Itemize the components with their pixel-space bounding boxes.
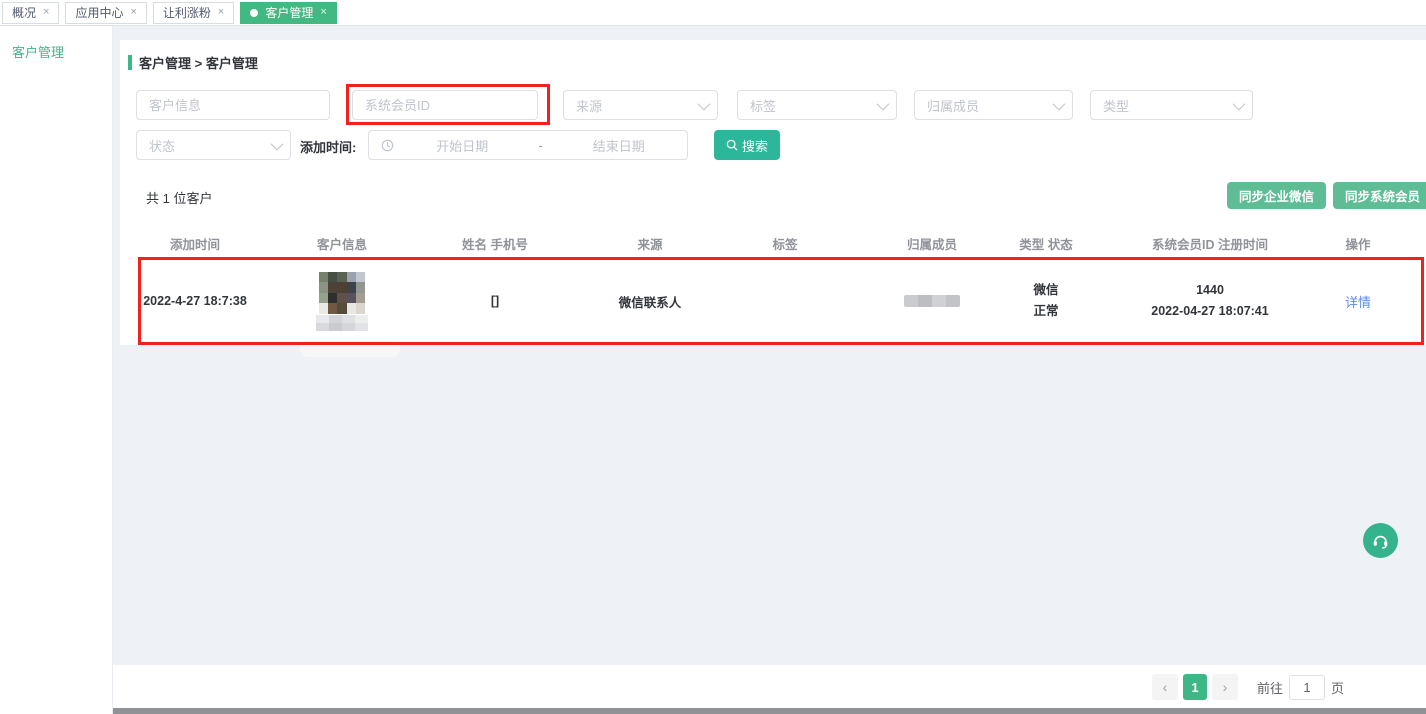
close-icon[interactable]: × xyxy=(320,7,326,18)
tab-label: 概况 xyxy=(12,4,36,21)
header-name-phone: 姓名 手机号 xyxy=(414,232,576,254)
tab-overview[interactable]: 概况 × xyxy=(2,2,59,24)
sidebar-item-customer-management[interactable]: 客户管理 xyxy=(0,26,112,77)
source-select-placeholder: 来源 xyxy=(576,96,602,115)
customer-count-text: 共 1 位客户 xyxy=(146,188,212,207)
date-range-picker[interactable]: 开始日期 - 结束日期 xyxy=(368,130,688,160)
sync-system-member-button[interactable]: 同步系统会员 xyxy=(1333,182,1426,209)
chevron-down-icon xyxy=(698,97,711,110)
customer-management-screen: 概况 × 应用中心 × 让利涨粉 × 客户管理 × 客户管理 客户管理 > 客户… xyxy=(0,0,1426,714)
cell-owner-member xyxy=(846,258,1018,344)
start-date-placeholder[interactable]: 开始日期 xyxy=(394,136,531,155)
cell-customer-info xyxy=(270,258,414,344)
header-source: 来源 xyxy=(576,232,724,254)
breadcrumb: 客户管理 > 客户管理 xyxy=(128,53,258,72)
table-row: 2022-4-27 18:7:38 [] 微信联系人 微信 正常 1440 20… xyxy=(120,258,1426,344)
search-button-label: 搜索 xyxy=(742,136,768,155)
tab-label: 应用中心 xyxy=(75,4,123,21)
status-select[interactable]: 状态 xyxy=(136,130,291,160)
goto-page-input[interactable] xyxy=(1289,675,1325,700)
cell-source: 微信联系人 xyxy=(576,258,724,344)
current-page-button[interactable]: 1 xyxy=(1183,674,1207,700)
customer-info-input[interactable] xyxy=(136,90,330,120)
tab-profit-fans[interactable]: 让利涨粉 × xyxy=(153,2,234,24)
cell-name-phone: [] xyxy=(414,258,576,344)
goto-label: 前往 xyxy=(1257,678,1283,697)
redacted-customer-name xyxy=(316,315,368,331)
date-separator: - xyxy=(531,138,551,153)
tag-select[interactable]: 标签 xyxy=(737,90,897,120)
horizontal-scrollbar-thumb[interactable] xyxy=(113,708,1426,714)
sync-wecom-button[interactable]: 同步企业微信 xyxy=(1227,182,1326,209)
owner-member-select[interactable]: 归属成员 xyxy=(914,90,1073,120)
owner-select-placeholder: 归属成员 xyxy=(927,96,979,115)
tooltip-remnant xyxy=(300,341,400,357)
cell-tag xyxy=(724,258,846,344)
active-dot-icon xyxy=(250,9,258,17)
chevron-left-icon: ‹ xyxy=(1163,679,1168,695)
search-button[interactable]: 搜索 xyxy=(714,130,780,160)
cell-member-id-register-time: 1440 2022-04-27 18:07:41 xyxy=(1074,258,1346,344)
member-id-value: 1440 xyxy=(1196,280,1224,301)
page-unit-label: 页 xyxy=(1331,678,1344,697)
header-tag: 标签 xyxy=(724,232,846,254)
chevron-down-icon xyxy=(271,137,284,150)
type-select[interactable]: 类型 xyxy=(1090,90,1253,120)
header-owner-member: 归属成员 xyxy=(846,232,1018,254)
type-select-placeholder: 类型 xyxy=(1103,96,1129,115)
pager: ‹ 1 › 前往 页 xyxy=(1152,674,1344,700)
header-type-status: 类型 状态 xyxy=(1018,232,1074,254)
content-card: 客户管理 > 客户管理 来源 标签 归属成员 类型 状态 添加时间: xyxy=(120,40,1426,345)
breadcrumb-accent-bar xyxy=(128,55,132,70)
tab-label: 让利涨粉 xyxy=(163,4,211,21)
avatar xyxy=(319,272,365,314)
header-customer-info: 客户信息 xyxy=(270,232,414,254)
breadcrumb-text: 客户管理 > 客户管理 xyxy=(139,53,258,72)
status-value: 正常 xyxy=(1033,301,1058,322)
cell-type-status: 微信 正常 xyxy=(1018,258,1074,344)
header-action: 操作 xyxy=(1346,232,1370,254)
next-page-button[interactable]: › xyxy=(1212,674,1238,700)
source-select[interactable]: 来源 xyxy=(563,90,718,120)
close-icon[interactable]: × xyxy=(43,7,49,18)
tab-app-center[interactable]: 应用中心 × xyxy=(65,2,146,24)
clock-icon xyxy=(381,139,394,152)
add-time-label: 添加时间: xyxy=(300,137,356,156)
table-header: 添加时间 客户信息 姓名 手机号 来源 标签 归属成员 类型 状态 系统会员ID… xyxy=(120,232,1426,254)
customer-service-fab[interactable] xyxy=(1363,523,1398,558)
cell-action: 详情 xyxy=(1346,258,1370,344)
header-add-time: 添加时间 xyxy=(120,232,270,254)
chevron-down-icon xyxy=(877,97,890,110)
pagination-bar: ‹ 1 › 前往 页 xyxy=(113,665,1426,708)
redacted-owner-member xyxy=(904,295,960,307)
prev-page-button[interactable]: ‹ xyxy=(1152,674,1178,700)
tab-bar: 概况 × 应用中心 × 让利涨粉 × 客户管理 × xyxy=(0,0,1426,26)
headset-icon xyxy=(1371,531,1390,550)
sidebar: 客户管理 xyxy=(0,26,113,714)
tag-select-placeholder: 标签 xyxy=(750,96,776,115)
close-icon[interactable]: × xyxy=(218,7,224,18)
chevron-down-icon xyxy=(1233,97,1246,110)
register-time-value: 2022-04-27 18:07:41 xyxy=(1151,301,1268,322)
type-value: 微信 xyxy=(1033,280,1058,301)
search-icon xyxy=(726,139,738,151)
cell-add-time: 2022-4-27 18:7:38 xyxy=(120,258,270,344)
goto-page-group: 前往 页 xyxy=(1257,675,1344,700)
detail-link[interactable]: 详情 xyxy=(1345,292,1371,311)
chevron-down-icon xyxy=(1053,97,1066,110)
tab-customer-management-active[interactable]: 客户管理 × xyxy=(240,2,336,24)
end-date-placeholder[interactable]: 结束日期 xyxy=(551,136,688,155)
header-member-id-register-time: 系统会员ID 注册时间 xyxy=(1074,232,1346,254)
chevron-right-icon: › xyxy=(1223,679,1228,695)
close-icon[interactable]: × xyxy=(130,7,136,18)
system-member-id-input[interactable] xyxy=(352,90,538,120)
status-select-placeholder: 状态 xyxy=(149,136,175,155)
tab-label: 客户管理 xyxy=(265,4,313,21)
